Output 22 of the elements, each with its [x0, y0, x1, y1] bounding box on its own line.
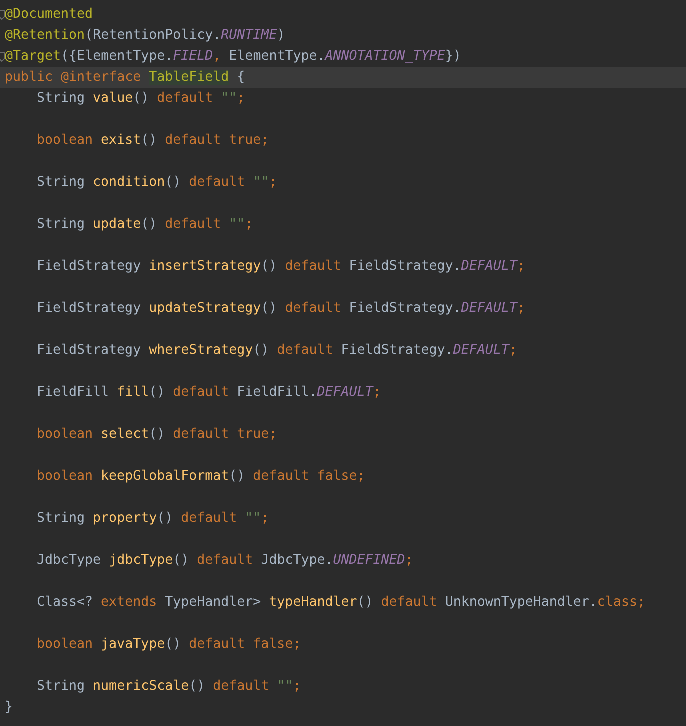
- code-line: @Target({ElementType.FIELD, ElementType.ANNOTATION_TYPE}): [5, 49, 462, 64]
- code-line: public @interface TableField {: [5, 70, 246, 85]
- code-line: String numericScale() default "";: [36, 679, 302, 694]
- code-line: String property() default "";: [36, 511, 270, 526]
- code-line: JdbcType jdbcType() default JdbcType.UNDEFINED;: [36, 553, 414, 568]
- code-line: FieldFill fill() default FieldFill.DEFAULT;: [36, 385, 382, 400]
- code-line: FieldStrategy insertStrategy() default FieldStrategy.DEFAULT;: [36, 259, 526, 274]
- code-line: String value() default "";: [36, 91, 246, 106]
- code-line: FieldStrategy whereStrategy() default FieldStrategy.DEFAULT;: [36, 343, 518, 358]
- code-line: boolean javaType() default false;: [36, 637, 302, 652]
- code-line: String update() default "";: [36, 217, 254, 232]
- code-line: String condition() default "";: [36, 175, 278, 190]
- code-line: }: [5, 700, 14, 715]
- code-line: Class<? extends TypeHandler> typeHandler() default UnknownTypeHandler.class;: [36, 595, 646, 610]
- code-line: boolean exist() default true;: [36, 133, 270, 148]
- code-line: @Retention(RetentionPolicy.RUNTIME): [5, 28, 286, 43]
- code-line: boolean keepGlobalFormat() default false;: [36, 469, 366, 484]
- fold-marker-icon[interactable]: [0, 10, 5, 20]
- code-line: @Documented: [5, 7, 94, 22]
- code-line: boolean select() default true;: [36, 427, 278, 442]
- fold-marker-icon[interactable]: [0, 52, 5, 62]
- code-line: FieldStrategy updateStrategy() default FieldStrategy.DEFAULT;: [36, 301, 526, 316]
